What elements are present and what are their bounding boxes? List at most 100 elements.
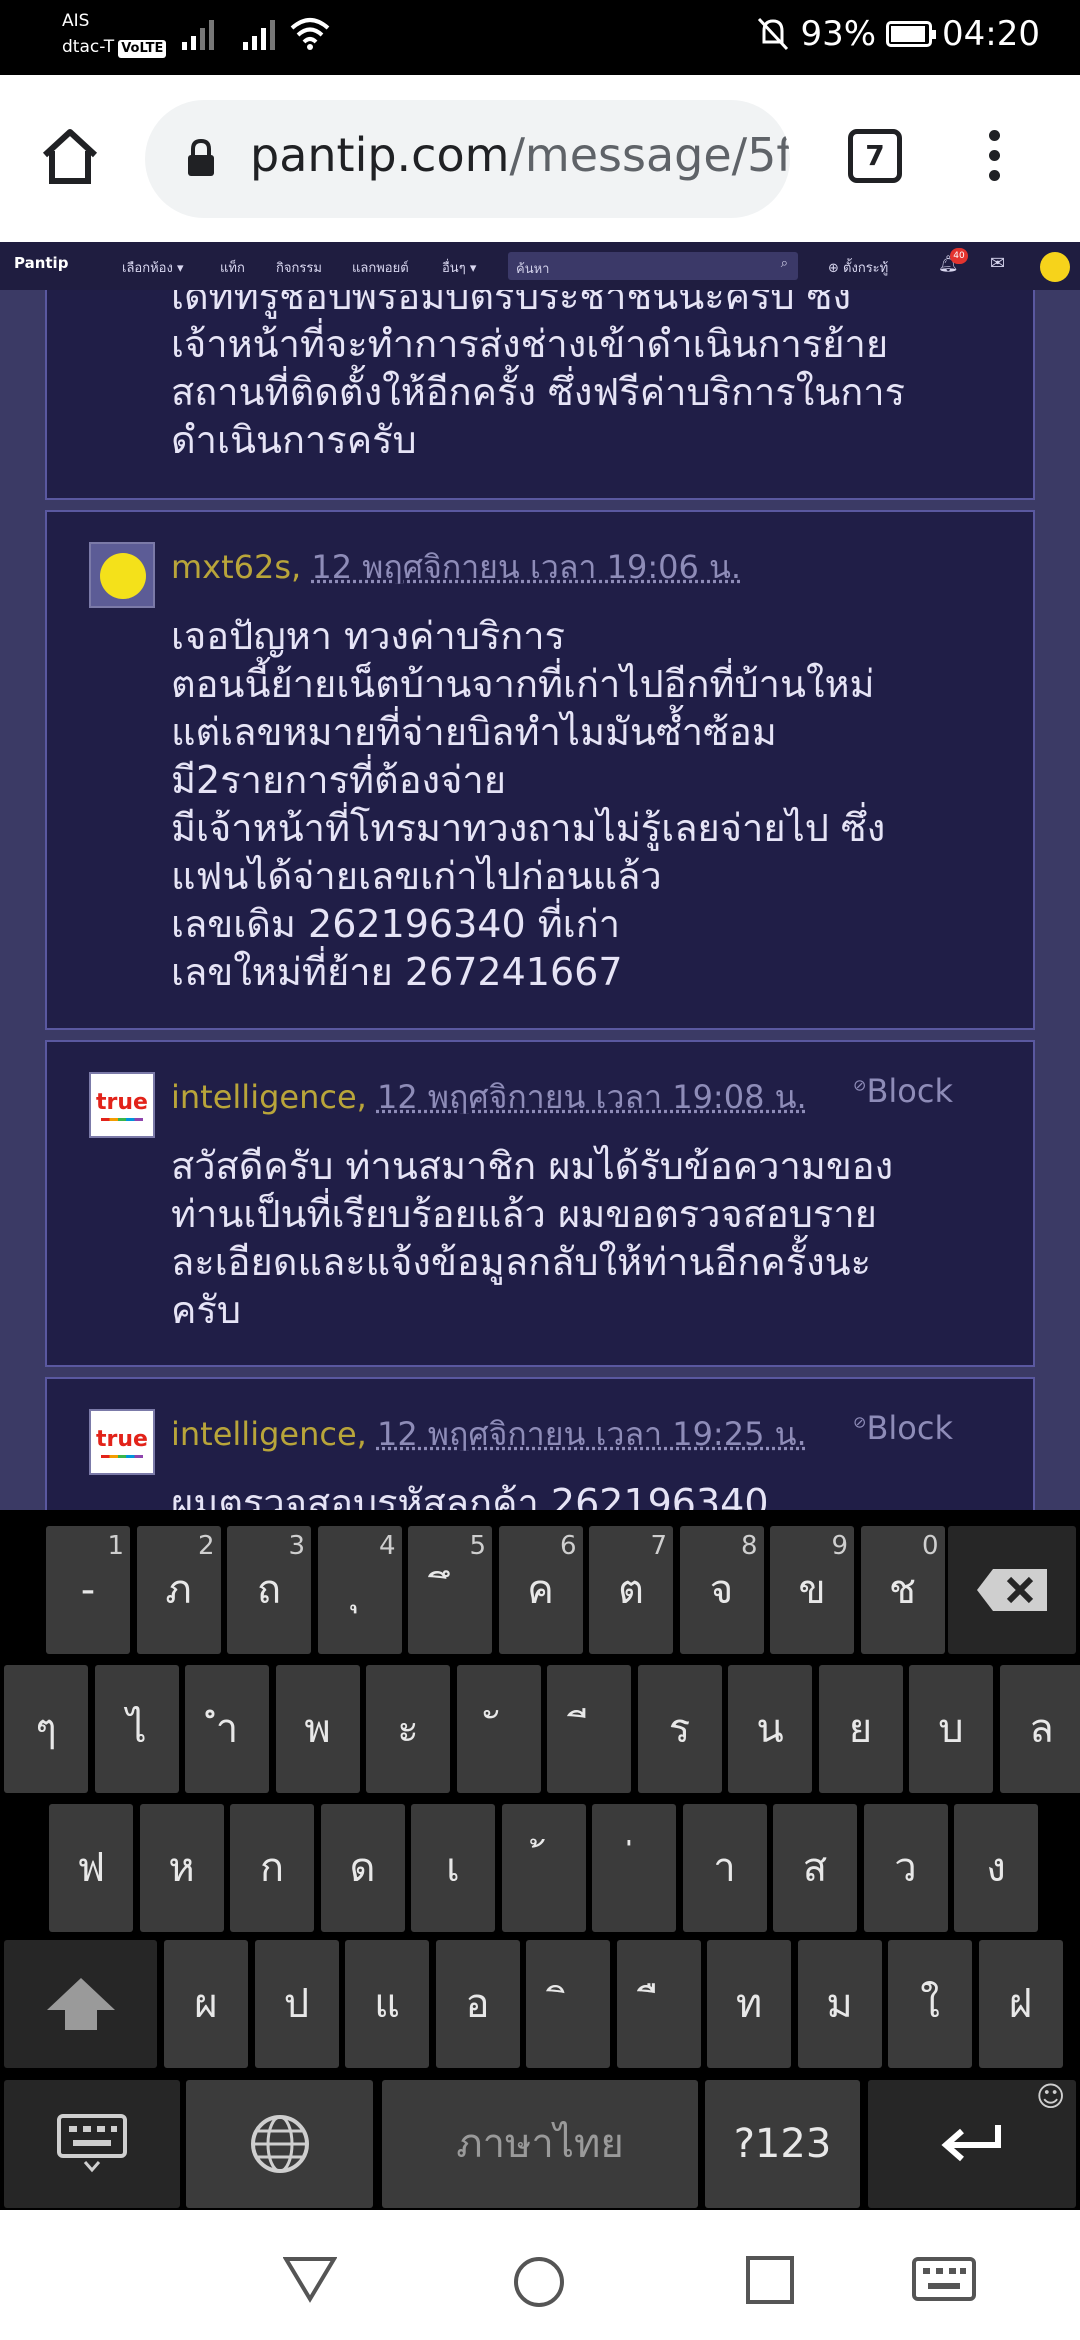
key-row1[interactable]: ข9 — [770, 1526, 854, 1654]
shift-key[interactable] — [4, 1940, 157, 2068]
key-row2[interactable]: ะ — [366, 1665, 450, 1793]
key-row3[interactable]: ด — [320, 1804, 405, 1932]
key-row3[interactable]: ว — [863, 1804, 948, 1932]
key-label: ต — [618, 1567, 644, 1613]
key-row1[interactable]: -1 — [46, 1526, 130, 1654]
key-row2[interactable]: ั — [456, 1665, 541, 1793]
key-row2[interactable]: ย — [818, 1665, 903, 1793]
key-hint: 5 — [469, 1531, 486, 1561]
key-row3[interactable]: ก — [230, 1804, 314, 1932]
emoji-icon[interactable]: ☺ — [1036, 2080, 1065, 2113]
backspace-key[interactable] — [948, 1526, 1076, 1654]
key-row4[interactable]: ื — [616, 1940, 701, 2068]
new-topic-button[interactable]: ⊕ ตั้งกระทู้ — [828, 257, 888, 278]
key-row2[interactable]: บ — [909, 1665, 993, 1793]
comment-card: mxt62s, 12 พฤศจิกายน เวลา 19:06 น. เจอปั… — [45, 510, 1035, 1030]
key-label: พ — [304, 1706, 331, 1752]
symbols-key[interactable]: ?123 — [705, 2080, 860, 2208]
search-icon[interactable]: ⌕ — [781, 256, 788, 271]
key-row1[interactable]: จ8 — [679, 1526, 764, 1654]
nav-points[interactable]: แลกพอยต์ — [352, 257, 409, 278]
key-row4[interactable]: อ — [435, 1940, 520, 2068]
key-row4[interactable]: ิ — [526, 1940, 610, 2068]
overflow-menu-icon[interactable] — [989, 130, 1000, 190]
key-row4[interactable]: ใ — [888, 1940, 972, 2068]
username-link[interactable]: intelligence, — [171, 1415, 367, 1453]
key-hint: 6 — [559, 1531, 577, 1561]
key-row2[interactable]: ๆ — [4, 1665, 88, 1793]
key-row3[interactable]: ง — [954, 1804, 1038, 1932]
key-row3[interactable]: ส — [773, 1804, 857, 1932]
space-key[interactable]: ภาษาไทย — [382, 2080, 698, 2208]
key-row4[interactable]: ฝ — [978, 1940, 1063, 2068]
key-label: บ — [938, 1706, 964, 1752]
key-row1[interactable]: ช0 — [860, 1526, 945, 1654]
key-label: แ — [374, 1981, 400, 2027]
avatar-logo-text: true — [96, 1427, 148, 1452]
key-row2[interactable]: ล — [999, 1665, 1080, 1793]
comment-card: เดททรูชอปพร้อมบัตรประชาชนนะครับ ซึ่ง เจ้… — [45, 290, 1035, 500]
key-label: อ — [465, 1981, 490, 2027]
user-avatar[interactable]: true — [89, 1409, 155, 1475]
key-row4[interactable]: ม — [797, 1940, 882, 2068]
key-label: ม — [826, 1981, 853, 2027]
backspace-icon — [977, 1569, 1047, 1611]
username-link[interactable]: mxt62s, — [171, 548, 301, 586]
keyboard-switch-key[interactable] — [4, 2080, 180, 2208]
key-row2[interactable]: ร — [637, 1665, 722, 1793]
key-label: ข — [798, 1567, 826, 1613]
home-icon[interactable] — [40, 127, 100, 185]
username-link[interactable]: intelligence, — [171, 1078, 367, 1116]
key-row3[interactable]: า — [682, 1804, 767, 1932]
globe-key[interactable] — [186, 2080, 373, 2208]
key-row1[interactable]: ึ5 — [408, 1526, 492, 1654]
key-hint: 8 — [740, 1531, 758, 1561]
key-row2[interactable]: น — [728, 1665, 812, 1793]
key-row1[interactable]: ภ2 — [136, 1526, 221, 1654]
pantip-logo[interactable]: Pantip — [14, 254, 68, 272]
key-row3[interactable]: ่ — [592, 1804, 676, 1932]
nav-rooms[interactable]: เลือกห้อง ▾ — [122, 257, 184, 278]
nav-rooms-label: เลือกห้อง — [122, 261, 173, 276]
nav-more[interactable]: อื่นๆ ▾ — [442, 257, 476, 278]
keyboard-hide-icon[interactable] — [912, 2255, 976, 2305]
nav-activities[interactable]: กิจกรรม — [276, 257, 322, 278]
mail-icon[interactable]: ✉ — [990, 253, 1005, 274]
comment-body: ผมตรวจสอบรหัสลูกค้า 262196340 — [171, 1481, 769, 1510]
key-row3[interactable]: เ — [411, 1804, 495, 1932]
search-input[interactable]: ค้นหา ⌕ — [508, 252, 798, 280]
key-row2[interactable]: ี — [547, 1665, 631, 1793]
home-circle-icon[interactable] — [512, 2255, 566, 2309]
key-row4[interactable]: ป — [254, 1940, 339, 2068]
user-avatar[interactable] — [89, 542, 155, 608]
nav-tags[interactable]: แท็ก — [220, 257, 245, 278]
block-link[interactable]: ⊘Block — [853, 1409, 953, 1447]
key-label: ร — [668, 1706, 691, 1752]
key-row1[interactable]: ค6 — [498, 1526, 583, 1654]
back-icon[interactable] — [283, 2255, 337, 2303]
key-row2[interactable]: ำ — [185, 1665, 269, 1793]
comment-card: true intelligence, 12 พฤศจิกายน เวลา 19:… — [45, 1040, 1035, 1367]
key-row2[interactable]: ไ — [94, 1665, 179, 1793]
user-avatar[interactable]: true — [89, 1072, 155, 1138]
key-row3[interactable]: ้ — [501, 1804, 586, 1932]
key-row3[interactable]: ฟ — [49, 1804, 133, 1932]
key-row4[interactable]: ท — [707, 1940, 791, 2068]
address-bar[interactable]: pantip.com/message/5f — [145, 100, 790, 218]
key-row3[interactable]: ห — [139, 1804, 224, 1932]
key-row4[interactable]: ผ — [164, 1940, 248, 2068]
avatar[interactable] — [1040, 252, 1070, 282]
key-hint: 7 — [650, 1531, 667, 1561]
key-label: ก — [259, 1845, 285, 1891]
recents-icon[interactable] — [745, 2255, 795, 2305]
key-row1[interactable]: ต7 — [589, 1526, 673, 1654]
key-row1[interactable]: ถ3 — [227, 1526, 311, 1654]
battery-icon — [886, 21, 937, 47]
key-label: น — [756, 1706, 784, 1752]
key-row2[interactable]: พ — [275, 1665, 360, 1793]
tab-switcher-button[interactable]: 7 — [848, 129, 902, 183]
key-row4[interactable]: แ — [345, 1940, 429, 2068]
mute-bell-icon — [758, 17, 789, 51]
key-row1[interactable]: ุ4 — [317, 1526, 402, 1654]
block-link[interactable]: ⊘Block — [853, 1072, 953, 1110]
